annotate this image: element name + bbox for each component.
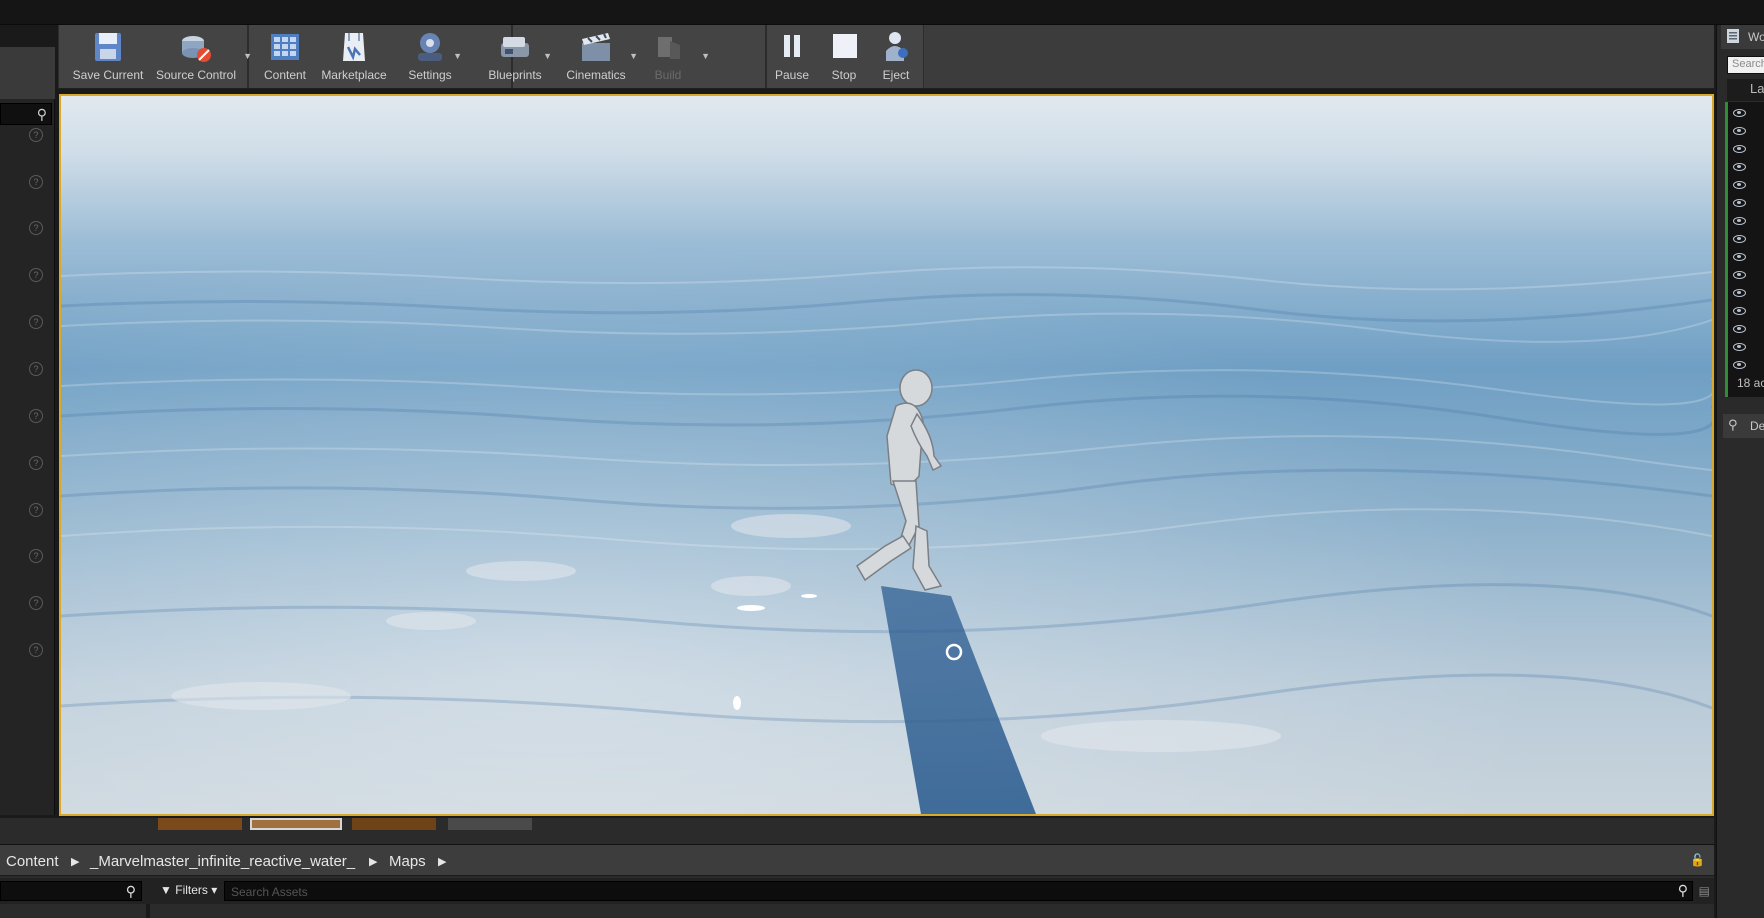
level-viewport[interactable]	[59, 94, 1714, 816]
help-icon[interactable]: ?	[29, 362, 43, 376]
save-icon	[95, 33, 121, 61]
chevron-down-icon: ▾	[211, 883, 218, 897]
help-icon[interactable]: ?	[29, 409, 43, 423]
eye-icon[interactable]	[1733, 361, 1746, 369]
build-icon	[658, 37, 680, 59]
folder-search-input[interactable]: ⚲	[0, 881, 142, 901]
pause-button[interactable]: Pause	[770, 25, 814, 88]
actor-count: 18 ac	[1737, 376, 1764, 390]
content-icon	[271, 34, 299, 60]
build-button[interactable]: Build ▼	[632, 25, 710, 88]
content-browser: Content ▶ _Marvelmaster_infinite_reactiv…	[0, 818, 1714, 918]
panel-splitter[interactable]	[146, 904, 150, 918]
settings-button[interactable]: Settings ▼	[394, 25, 466, 88]
help-icon[interactable]: ?	[29, 315, 43, 329]
eye-icon[interactable]	[1733, 181, 1746, 189]
source-control-button[interactable]: Source Control ▼	[146, 25, 252, 88]
eye-icon[interactable]	[1733, 325, 1746, 333]
outliner-list	[1725, 102, 1764, 397]
content-button[interactable]: Content	[254, 25, 316, 88]
eye-icon[interactable]	[1733, 163, 1746, 171]
asset-thumbnail[interactable]	[448, 818, 532, 830]
help-icon[interactable]: ?	[29, 128, 43, 142]
cinematics-button[interactable]: Cinematics ▼	[552, 25, 640, 88]
chevron-right-icon[interactable]: ▶	[71, 855, 79, 868]
list-icon	[1727, 29, 1739, 43]
details-tab[interactable]: ⚲ De	[1723, 414, 1764, 438]
marketplace-button[interactable]: Marketplace	[314, 25, 394, 88]
asset-thumbnail[interactable]	[158, 818, 242, 830]
search-icon[interactable]: ⚲	[37, 106, 47, 123]
eye-icon[interactable]	[1733, 217, 1746, 225]
eject-button[interactable]: Eject	[874, 25, 918, 88]
search-icon[interactable]: ⚲	[1678, 882, 1688, 899]
help-icon[interactable]: ?	[29, 175, 43, 189]
help-icon[interactable]: ?	[29, 221, 43, 235]
stop-button[interactable]: Stop	[822, 25, 866, 88]
title-strip	[0, 0, 1764, 25]
breadcrumb-item-folder[interactable]: _Marvelmaster_infinite_reactive_water_	[90, 853, 355, 870]
help-icon[interactable]: ?	[29, 549, 43, 563]
world-outliner-title: Wo	[1748, 30, 1764, 44]
world-outliner-tab[interactable]: Wo	[1721, 25, 1764, 49]
source-control-icon	[182, 36, 211, 62]
search-icon[interactable]: ⚲	[126, 883, 136, 900]
help-icon[interactable]: ?	[29, 596, 43, 610]
eye-icon[interactable]	[1733, 343, 1746, 351]
eye-icon[interactable]	[1733, 271, 1746, 279]
asset-search-input[interactable]: Search Assets ⚲ ▤	[224, 881, 1710, 901]
breadcrumb-item-maps[interactable]: Maps	[389, 853, 426, 870]
marketplace-icon	[343, 33, 365, 61]
filters-button[interactable]: ▼ Filters ▾	[156, 881, 221, 901]
help-icon[interactable]: ?	[29, 643, 43, 657]
save-current-button[interactable]: Save Current	[64, 25, 152, 88]
eye-icon[interactable]	[1733, 253, 1746, 261]
breadcrumb: Content ▶ _Marvelmaster_infinite_reactiv…	[0, 844, 1714, 876]
eye-icon[interactable]	[1733, 307, 1746, 315]
breadcrumb-item-content[interactable]: Content	[6, 853, 59, 870]
eye-icon[interactable]	[1733, 127, 1746, 135]
eye-icon[interactable]	[1733, 199, 1746, 207]
chevron-down-icon[interactable]: ▼	[701, 51, 710, 61]
settings-icon	[418, 33, 442, 61]
main-toolbar: Save Current Source Control ▼ Content Ma…	[58, 25, 1714, 89]
water-scene	[61, 96, 1712, 814]
pause-icon	[784, 35, 800, 57]
eye-icon[interactable]	[1733, 235, 1746, 243]
search-options-icon[interactable]: ▤	[1699, 884, 1710, 898]
asset-thumbnail[interactable]	[250, 818, 342, 830]
chevron-down-icon[interactable]: ▼	[543, 51, 552, 61]
chevron-down-icon[interactable]: ▼	[453, 51, 462, 61]
chevron-right-icon[interactable]: ▶	[438, 855, 446, 868]
help-icon[interactable]: ?	[29, 456, 43, 470]
help-icon[interactable]: ?	[29, 503, 43, 517]
help-icon[interactable]: ?	[29, 268, 43, 282]
eye-icon[interactable]	[1733, 109, 1746, 117]
content-browser-search-row: ⚲ ▼ Filters ▾ Search Assets ⚲ ▤	[0, 878, 1714, 904]
lock-icon[interactable]: 🔓	[1690, 853, 1705, 867]
blueprints-button[interactable]: Blueprints ▼	[472, 25, 558, 88]
details-tab-label: De	[1750, 419, 1764, 433]
outliner-label-column[interactable]: Lab	[1727, 79, 1764, 101]
chevron-right-icon[interactable]: ▶	[369, 855, 377, 868]
outliner-search-input[interactable]: Search	[1727, 56, 1764, 74]
right-panel: Wo Search Lab 18 ac ⚲ De	[1716, 25, 1764, 918]
chevron-down-icon[interactable]: ▼	[243, 51, 252, 61]
blueprints-icon	[501, 37, 529, 57]
eject-icon	[886, 32, 908, 61]
stop-icon	[833, 34, 857, 58]
left-panel-tab[interactable]	[0, 47, 55, 99]
left-panel-search[interactable]: ⚲	[0, 103, 52, 125]
cinematics-icon	[582, 33, 610, 61]
details-icon: ⚲	[1728, 417, 1738, 432]
asset-thumbnail[interactable]	[352, 818, 436, 830]
filter-icon: ▼	[160, 883, 172, 897]
eye-icon[interactable]	[1733, 289, 1746, 297]
eye-icon[interactable]	[1733, 145, 1746, 153]
left-panel: ⚲ ? ? ? ? ? ? ? ? ? ? ? ?	[0, 47, 55, 815]
